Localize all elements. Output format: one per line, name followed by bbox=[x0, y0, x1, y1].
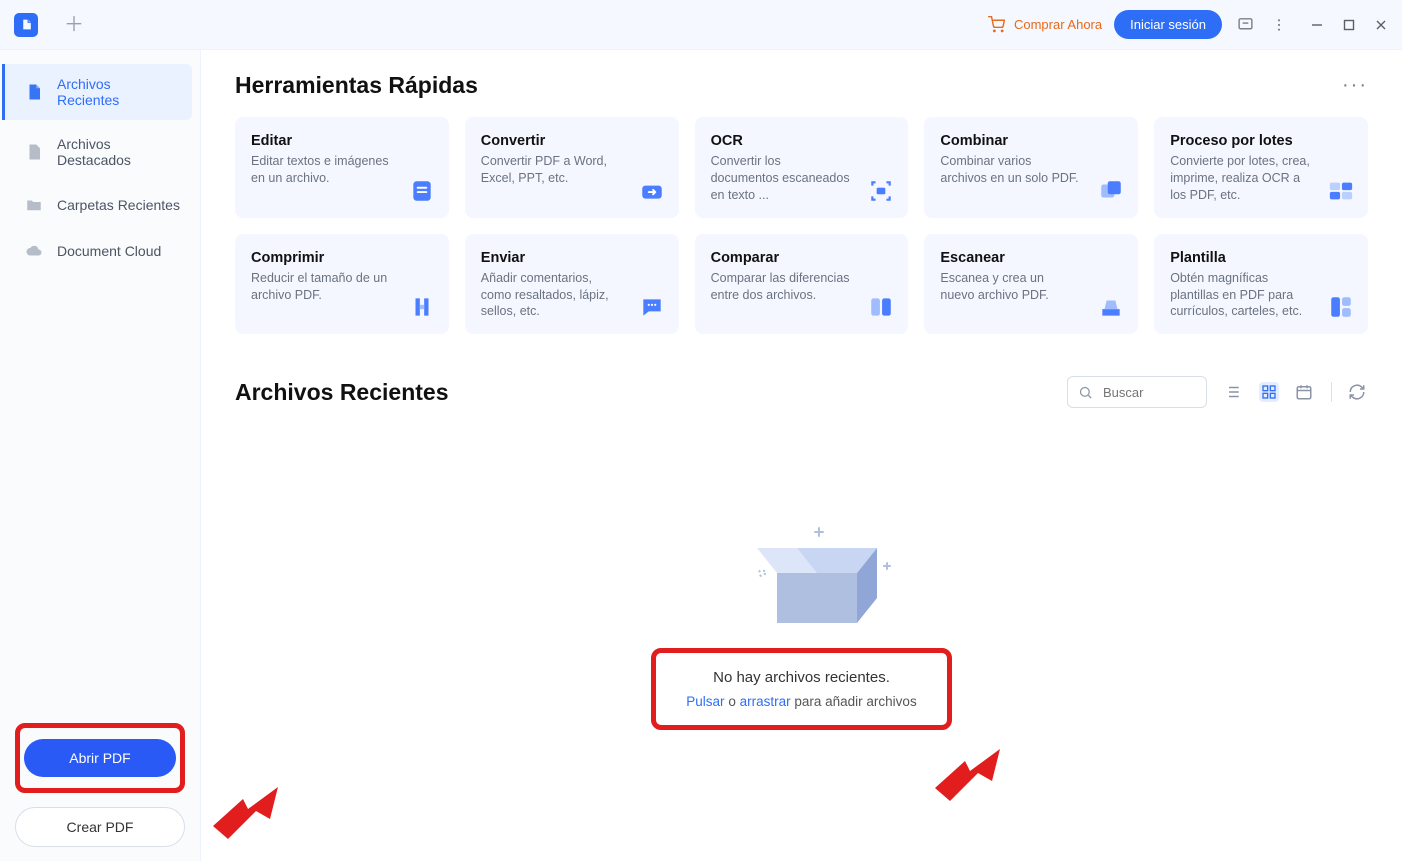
card-title: Plantilla bbox=[1170, 250, 1352, 266]
login-button[interactable]: Iniciar sesión bbox=[1114, 10, 1222, 39]
window-controls bbox=[1310, 18, 1388, 32]
card-desc: Añadir comentarios, como resaltados, láp… bbox=[481, 270, 621, 321]
quick-tools-header: Herramientas Rápidas ··· bbox=[235, 72, 1368, 99]
cloud-icon bbox=[25, 242, 43, 260]
comment-icon bbox=[639, 294, 665, 320]
card-title: Editar bbox=[251, 133, 433, 149]
quick-tools-title: Herramientas Rápidas bbox=[235, 72, 478, 99]
titlebar: ＋ Comprar Ahora Iniciar sesión bbox=[0, 0, 1402, 50]
card-title: Proceso por lotes bbox=[1170, 133, 1352, 149]
empty-box-illustration bbox=[727, 518, 877, 628]
card-compare[interactable]: Comparar Comparar las diferencias entre … bbox=[695, 234, 909, 335]
card-title: Convertir bbox=[481, 133, 663, 149]
view-list-button[interactable] bbox=[1223, 382, 1243, 402]
quick-tools-more-button[interactable]: ··· bbox=[1342, 74, 1368, 97]
card-scan[interactable]: Escanear Escanea y crea un nuevo archivo… bbox=[924, 234, 1138, 335]
app-logo[interactable] bbox=[14, 13, 38, 37]
edit-icon bbox=[409, 178, 435, 204]
card-desc: Comparar las diferencias entre dos archi… bbox=[711, 270, 851, 304]
card-desc: Convertir PDF a Word, Excel, PPT, etc. bbox=[481, 153, 621, 187]
combine-icon bbox=[1098, 178, 1124, 204]
card-convert[interactable]: Convertir Convertir PDF a Word, Excel, P… bbox=[465, 117, 679, 218]
card-template[interactable]: Plantilla Obtén magníficas plantillas en… bbox=[1154, 234, 1368, 335]
scanner-icon bbox=[1098, 294, 1124, 320]
card-title: Comprimir bbox=[251, 250, 433, 266]
card-title: Enviar bbox=[481, 250, 663, 266]
card-ocr[interactable]: OCR Convertir los documentos escaneados … bbox=[695, 117, 909, 218]
open-pdf-button[interactable]: Abrir PDF bbox=[24, 739, 176, 777]
recent-files-toolbar bbox=[1067, 376, 1368, 408]
recent-files-header: Archivos Recientes bbox=[235, 376, 1368, 408]
divider bbox=[1331, 382, 1332, 402]
quick-tools-grid: Editar Editar textos e imágenes en un ar… bbox=[235, 117, 1368, 334]
maximize-button[interactable] bbox=[1342, 18, 1356, 32]
card-send[interactable]: Enviar Añadir comentarios, como resaltad… bbox=[465, 234, 679, 335]
card-desc: Escanea y crea un nuevo archivo PDF. bbox=[940, 270, 1080, 304]
sidebar-item-document-cloud[interactable]: Document Cloud bbox=[2, 230, 200, 272]
card-title: Escanear bbox=[940, 250, 1122, 266]
template-icon bbox=[1328, 294, 1354, 320]
refresh-button[interactable] bbox=[1348, 382, 1368, 402]
convert-icon bbox=[639, 178, 665, 204]
compare-icon bbox=[868, 294, 894, 320]
search-input[interactable] bbox=[1101, 384, 1196, 401]
more-menu-icon[interactable] bbox=[1268, 14, 1290, 36]
create-pdf-button[interactable]: Crear PDF bbox=[15, 807, 185, 847]
compress-icon bbox=[409, 294, 435, 320]
card-edit[interactable]: Editar Editar textos e imágenes en un ar… bbox=[235, 117, 449, 218]
card-title: OCR bbox=[711, 133, 893, 149]
card-desc: Convierte por lotes, crea, imprime, real… bbox=[1170, 153, 1310, 204]
main-content: Herramientas Rápidas ··· Editar Editar t… bbox=[201, 50, 1402, 861]
titlebar-left: ＋ bbox=[14, 11, 90, 39]
card-desc: Obtén magníficas plantillas en PDF para … bbox=[1170, 270, 1310, 321]
sidebar-nav: Archivos Recientes Archivos Destacados C… bbox=[0, 64, 200, 272]
titlebar-right: Comprar Ahora Iniciar sesión bbox=[986, 10, 1388, 39]
sidebar-item-label: Carpetas Recientes bbox=[57, 197, 180, 213]
buy-now-link[interactable]: Comprar Ahora bbox=[986, 14, 1102, 36]
minimize-button[interactable] bbox=[1310, 18, 1324, 32]
recent-files-title: Archivos Recientes bbox=[235, 379, 448, 406]
empty-state-title: No hay archivos recientes. bbox=[686, 669, 916, 686]
view-grid-button[interactable] bbox=[1259, 382, 1279, 402]
sidebar-item-recent-files[interactable]: Archivos Recientes bbox=[2, 64, 192, 120]
recent-files-icon bbox=[25, 83, 43, 101]
sidebar-item-label: Document Cloud bbox=[57, 243, 161, 259]
sidebar-item-recent-folders[interactable]: Carpetas Recientes bbox=[2, 184, 200, 226]
card-compress[interactable]: Comprimir Reducir el tamaño de un archiv… bbox=[235, 234, 449, 335]
sidebar-bottom: Abrir PDF Crear PDF bbox=[0, 723, 200, 847]
feedback-icon[interactable] bbox=[1234, 14, 1256, 36]
folder-icon bbox=[25, 196, 43, 214]
sidebar: Archivos Recientes Archivos Destacados C… bbox=[0, 50, 201, 861]
text-or: o bbox=[728, 694, 736, 709]
search-box[interactable] bbox=[1067, 376, 1207, 408]
new-tab-button[interactable]: ＋ bbox=[58, 11, 90, 39]
sidebar-item-starred-files[interactable]: Archivos Destacados bbox=[2, 124, 200, 180]
ocr-icon: T bbox=[868, 178, 894, 204]
click-link[interactable]: Pulsar bbox=[686, 694, 724, 709]
calendar-icon[interactable] bbox=[1295, 382, 1315, 402]
drag-link[interactable]: arrastrar bbox=[740, 694, 791, 709]
buy-now-label: Comprar Ahora bbox=[1014, 17, 1102, 32]
card-desc: Editar textos e imágenes en un archivo. bbox=[251, 153, 391, 187]
sidebar-item-label: Archivos Recientes bbox=[57, 76, 172, 108]
card-title: Combinar bbox=[940, 133, 1122, 149]
annotation-frame-empty-state: No hay archivos recientes. Pulsar o arra… bbox=[651, 648, 951, 730]
card-title: Comparar bbox=[711, 250, 893, 266]
annotation-frame-open-pdf: Abrir PDF bbox=[15, 723, 185, 793]
card-desc: Combinar varios archivos en un solo PDF. bbox=[940, 153, 1080, 187]
star-file-icon bbox=[25, 143, 43, 161]
close-button[interactable] bbox=[1374, 18, 1388, 32]
card-batch[interactable]: Proceso por lotes Convierte por lotes, c… bbox=[1154, 117, 1368, 218]
card-combine[interactable]: Combinar Combinar varios archivos en un … bbox=[924, 117, 1138, 218]
card-desc: Reducir el tamaño de un archivo PDF. bbox=[251, 270, 391, 304]
text-suffix: para añadir archivos bbox=[794, 694, 916, 709]
card-desc: Convertir los documentos escaneados en t… bbox=[711, 153, 851, 204]
sidebar-item-label: Archivos Destacados bbox=[57, 136, 180, 168]
cart-icon bbox=[986, 14, 1008, 36]
batch-icon bbox=[1328, 178, 1354, 204]
search-icon bbox=[1078, 382, 1093, 402]
empty-state-subtitle: Pulsar o arrastrar para añadir archivos bbox=[686, 694, 916, 709]
empty-state: No hay archivos recientes. Pulsar o arra… bbox=[235, 518, 1368, 730]
